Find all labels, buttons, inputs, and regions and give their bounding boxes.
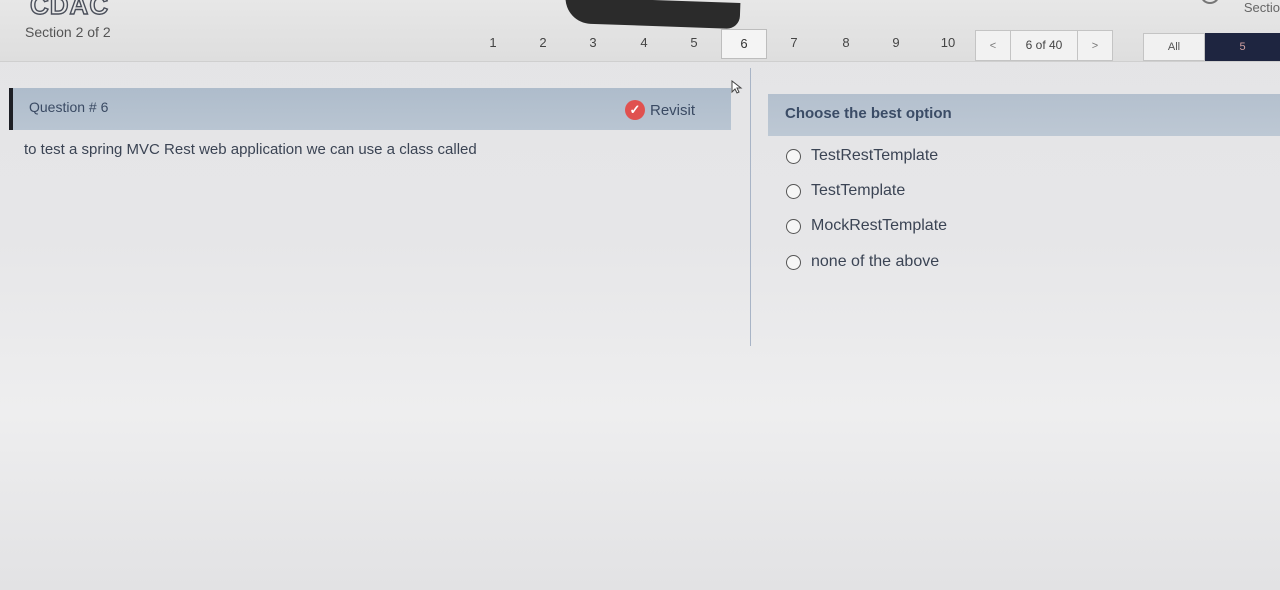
- option-2[interactable]: TestTemplate: [786, 182, 905, 200]
- radio-button[interactable]: [786, 183, 801, 199]
- option-3[interactable]: MockRestTemplate: [786, 217, 947, 235]
- option-4[interactable]: none of the above: [786, 253, 939, 271]
- radio-button[interactable]: [786, 254, 801, 270]
- question-nav-5[interactable]: 5: [682, 35, 706, 50]
- filter-count-button[interactable]: 5: [1205, 33, 1280, 61]
- options-header: Choose the best option: [768, 94, 1280, 136]
- question-nav-7[interactable]: 7: [782, 35, 806, 50]
- radio-button[interactable]: [786, 148, 801, 164]
- obscured-area: [564, 0, 741, 30]
- section-selector[interactable]: Sectio: [1244, 0, 1280, 15]
- question-nav-1[interactable]: 1: [481, 35, 505, 50]
- question-nav-10[interactable]: 10: [936, 35, 960, 50]
- question-nav-9[interactable]: 9: [884, 35, 908, 50]
- logo: CDAC: [29, 0, 110, 21]
- panel-divider: [750, 68, 751, 346]
- options-title: Choose the best option: [785, 105, 952, 122]
- top-bar: CDAC Sectio Section 2 of 2 1 2 3 4 5 6 7…: [0, 0, 1280, 62]
- option-label[interactable]: MockRestTemplate: [811, 217, 947, 235]
- revisit-button[interactable]: ✓ Revisit: [625, 100, 695, 120]
- option-label[interactable]: none of the above: [811, 253, 939, 271]
- question-nav-2[interactable]: 2: [531, 35, 555, 50]
- mouse-cursor-icon: [731, 80, 743, 94]
- page-counter: 6 of 40: [1010, 31, 1078, 60]
- revisit-check-icon: ✓: [625, 100, 645, 120]
- revisit-label: Revisit: [650, 101, 696, 119]
- question-nav-3[interactable]: 3: [581, 35, 605, 50]
- section-label: Section 2 of 2: [25, 24, 111, 40]
- option-label[interactable]: TestTemplate: [811, 182, 905, 200]
- question-nav-8[interactable]: 8: [834, 35, 858, 50]
- question-title: Question # 6: [29, 99, 109, 115]
- filter-all-button[interactable]: All: [1143, 33, 1205, 61]
- question-text: to test a spring MVC Rest web applicatio…: [24, 141, 477, 158]
- pager: < 6 of 40 >: [975, 30, 1113, 61]
- question-nav-4[interactable]: 4: [632, 35, 656, 50]
- refresh-icon[interactable]: [1200, 0, 1220, 4]
- next-arrow-icon[interactable]: >: [1078, 40, 1112, 52]
- radio-button[interactable]: [786, 218, 801, 234]
- option-1[interactable]: TestRestTemplate: [786, 147, 938, 165]
- question-header: Question # 6 ✓ Revisit: [9, 88, 731, 130]
- prev-arrow-icon[interactable]: <: [976, 40, 1010, 52]
- option-label[interactable]: TestRestTemplate: [811, 147, 938, 165]
- question-nav-6[interactable]: 6: [721, 29, 767, 59]
